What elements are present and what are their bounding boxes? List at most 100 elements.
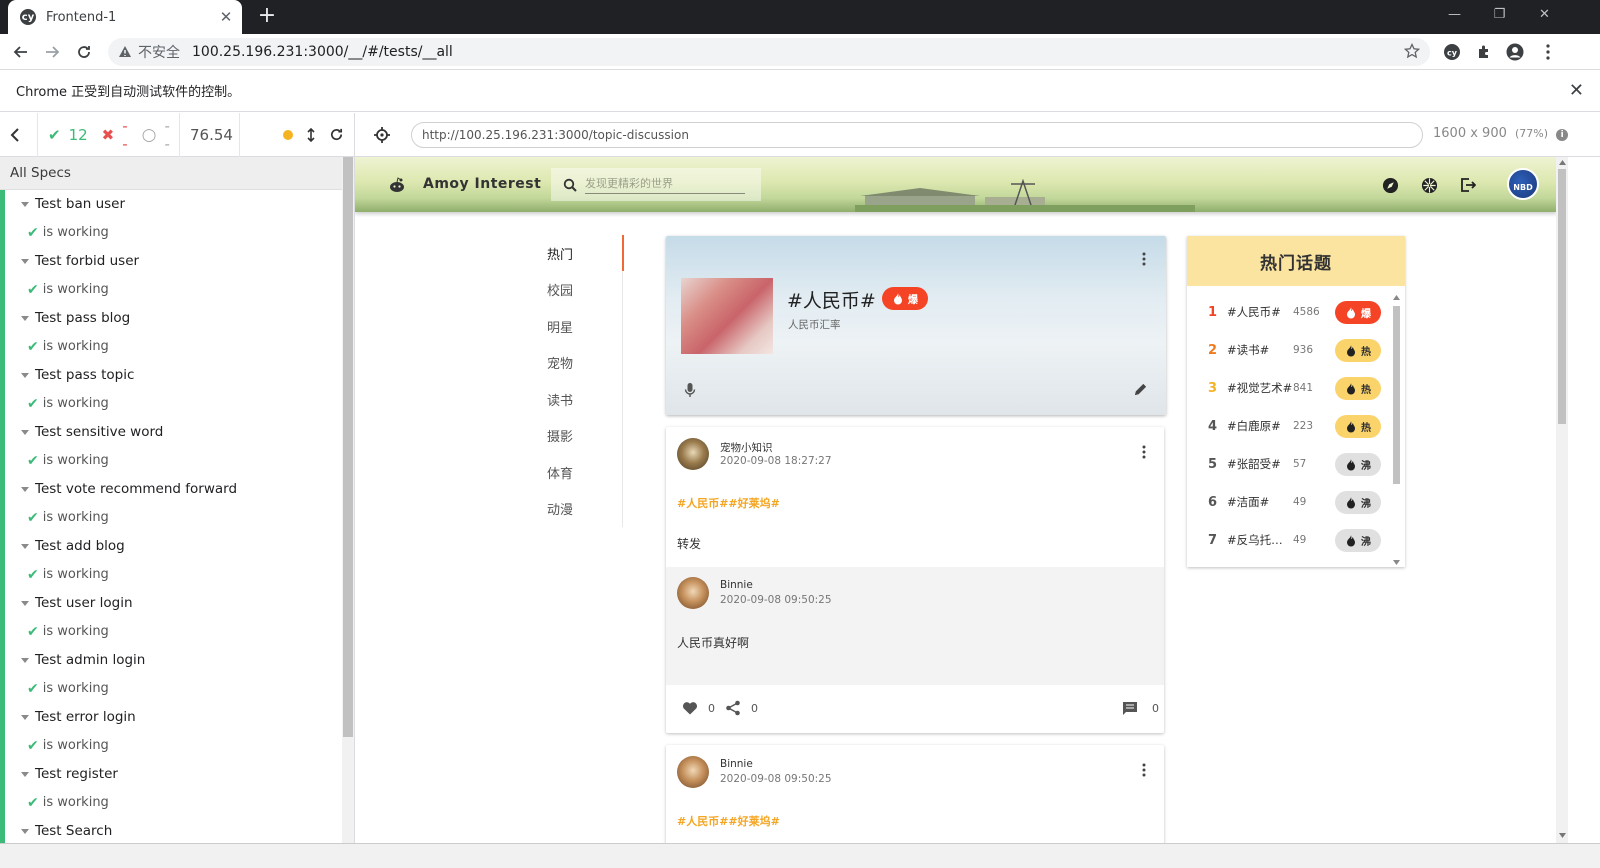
spec-suite[interactable]: Test Search (0, 817, 342, 846)
expand-triangle-icon[interactable] (21, 201, 29, 207)
expand-triangle-icon[interactable] (21, 600, 29, 606)
aut-url-field[interactable]: http://100.25.196.231:3000/topic-discuss… (411, 122, 1423, 148)
expand-triangle-icon[interactable] (21, 258, 29, 264)
collapse-runner-button[interactable] (0, 112, 38, 157)
info-icon[interactable]: i (1556, 129, 1569, 141)
post-tags[interactable]: #人民币##好莱坞# (677, 813, 780, 829)
quoted-post[interactable]: Binnie 2020-09-08 09:50:25 人民币真好啊 (666, 567, 1164, 685)
hot-topics-scrollbar[interactable] (1392, 294, 1401, 566)
post-tags[interactable]: #人民币##好莱坞# (677, 495, 780, 511)
hot-topic-row[interactable]: 6 #洁面# 49 沸 (1187, 483, 1393, 521)
post-avatar[interactable] (677, 756, 709, 788)
quoted-avatar[interactable] (677, 577, 709, 609)
expand-triangle-icon[interactable] (21, 543, 29, 549)
hot-topic-row[interactable]: 1 #人民币# 4586 爆 (1187, 293, 1393, 331)
tab-close-icon[interactable]: ✕ (214, 8, 238, 26)
category-tab[interactable]: 读书 (525, 381, 622, 418)
edit-pencil-icon[interactable] (1133, 382, 1148, 397)
rerun-icon[interactable] (329, 127, 344, 142)
reload-button[interactable] (72, 40, 96, 64)
hot-topics-scroll-thumb[interactable] (1393, 306, 1400, 484)
app-scroll-thumb[interactable] (1558, 169, 1566, 424)
spec-test[interactable]: ✔ is working (0, 674, 342, 703)
browser-tab[interactable]: cy Frontend-1 ✕ (8, 0, 242, 34)
post-username[interactable]: Binnie (720, 758, 753, 770)
expand-triangle-icon[interactable] (21, 315, 29, 321)
spec-suite[interactable]: Test pass topic (0, 361, 342, 390)
category-tab[interactable]: 体育 (525, 454, 622, 491)
spec-suite[interactable]: Test admin login (0, 646, 342, 675)
hot-topic-row[interactable]: 4 #白鹿原# 223 热 (1187, 407, 1393, 445)
category-tab[interactable]: 明星 (525, 308, 622, 345)
infobar-close-icon[interactable]: ✕ (1569, 80, 1584, 101)
app-scrollbar[interactable] (1556, 157, 1568, 843)
category-tab[interactable]: 动漫 (525, 491, 622, 528)
cypress-extension-icon[interactable]: cy (1440, 40, 1464, 64)
hot-topic-row[interactable]: 2 #读书# 936 热 (1187, 331, 1393, 369)
topic-more-icon[interactable] (1142, 252, 1146, 266)
app-brand[interactable]: Amoy Interest (423, 176, 541, 192)
like-heart-icon[interactable] (682, 701, 698, 715)
category-tab[interactable]: 热门 (525, 235, 622, 272)
expand-triangle-icon[interactable] (21, 429, 29, 435)
forward-button[interactable] (40, 40, 64, 64)
minimize-button[interactable]: — (1432, 0, 1477, 30)
spec-test[interactable]: ✔ is working (0, 731, 342, 760)
spec-test[interactable]: ✔ is working (0, 218, 342, 247)
post-more-icon[interactable] (1142, 763, 1146, 777)
post-avatar[interactable] (677, 438, 709, 470)
post-more-icon[interactable] (1142, 445, 1146, 459)
back-button[interactable] (9, 40, 33, 64)
reddit-logo-icon[interactable] (388, 177, 406, 193)
comment-icon[interactable] (1122, 701, 1138, 716)
spec-suite[interactable]: Test forbid user (0, 247, 342, 276)
logout-icon[interactable] (1457, 174, 1479, 196)
specs-scroll-thumb[interactable] (343, 157, 353, 737)
selector-playground-icon[interactable] (373, 126, 391, 144)
profile-icon[interactable] (1503, 40, 1527, 64)
auto-scroll-icon[interactable] (307, 127, 315, 142)
spec-suite[interactable]: Test add blog (0, 532, 342, 561)
window-close-button[interactable]: ✕ (1522, 0, 1567, 30)
spec-test[interactable]: ✔ is working (0, 560, 342, 589)
expand-triangle-icon[interactable] (21, 657, 29, 663)
microphone-icon[interactable] (684, 382, 696, 398)
spec-test[interactable]: ✔ is working (0, 788, 342, 817)
user-avatar[interactable]: NBD (1507, 168, 1539, 200)
post-username[interactable]: 宠物小知识 (720, 440, 773, 455)
specs-scrollbar[interactable] (342, 157, 354, 868)
quoted-username[interactable]: Binnie (720, 579, 753, 591)
spec-test[interactable]: ✔ is working (0, 332, 342, 361)
aperture-icon[interactable] (1418, 174, 1440, 196)
spec-suite[interactable]: Test error login (0, 703, 342, 732)
share-icon[interactable] (725, 700, 741, 716)
spec-suite[interactable]: Test sensitive word (0, 418, 342, 447)
extensions-puzzle-icon[interactable] (1472, 40, 1496, 64)
all-specs-header[interactable]: All Specs (0, 157, 354, 190)
category-tab[interactable]: 摄影 (525, 418, 622, 455)
spec-suite[interactable]: Test pass blog (0, 304, 342, 333)
spec-test[interactable]: ✔ is working (0, 389, 342, 418)
spec-suite[interactable]: Test register (0, 760, 342, 789)
app-search-box[interactable]: 发现更精彩的世界 (551, 168, 761, 201)
new-tab-button[interactable]: + (256, 5, 278, 27)
compass-icon[interactable] (1379, 174, 1401, 196)
expand-triangle-icon[interactable] (21, 828, 29, 834)
expand-triangle-icon[interactable] (21, 486, 29, 492)
expand-triangle-icon[interactable] (21, 714, 29, 720)
menu-kebab-icon[interactable] (1536, 40, 1560, 64)
restore-button[interactable]: ❐ (1477, 0, 1522, 30)
spec-test[interactable]: ✔ is working (0, 275, 342, 304)
category-tab[interactable]: 校园 (525, 272, 622, 309)
expand-triangle-icon[interactable] (21, 372, 29, 378)
spec-test[interactable]: ✔ is working (0, 446, 342, 475)
expand-triangle-icon[interactable] (21, 771, 29, 777)
spec-test[interactable]: ✔ is working (0, 503, 342, 532)
spec-test[interactable]: ✔ is working (0, 617, 342, 646)
hot-topic-row[interactable]: 7 #反乌托… 49 沸 (1187, 521, 1393, 559)
category-tab[interactable]: 宠物 (525, 345, 622, 382)
spec-suite[interactable]: Test user login (0, 589, 342, 618)
address-bar[interactable]: 不安全 100.25.196.231:3000/__/#/tests/__all (108, 38, 1430, 66)
hot-topic-row[interactable]: 5 #张韶受# 57 沸 (1187, 445, 1393, 483)
hot-topic-row[interactable]: 3 #视觉艺术# 841 热 (1187, 369, 1393, 407)
